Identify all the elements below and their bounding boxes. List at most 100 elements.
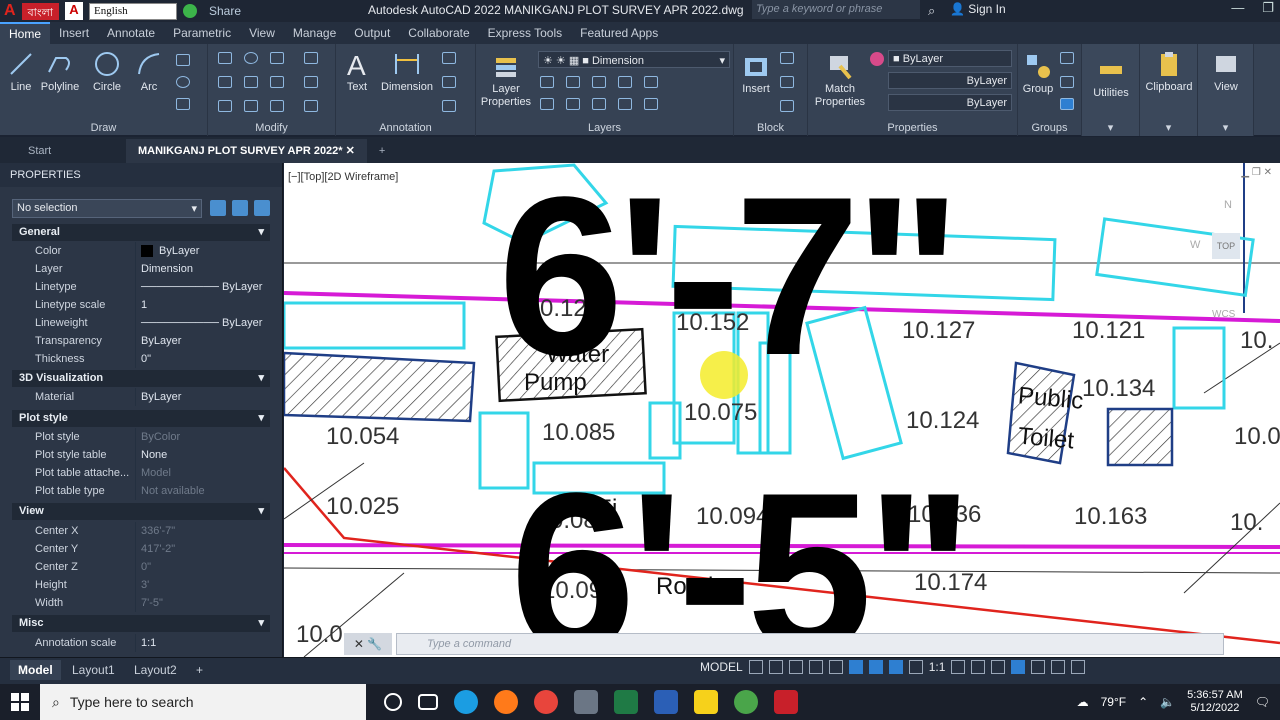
viewport-controls[interactable]: [−][Top][2D Wireframe] bbox=[288, 171, 398, 183]
tab-home[interactable]: Home bbox=[0, 22, 51, 44]
viewcube[interactable]: N W TOP WCS bbox=[1190, 193, 1270, 320]
share-button[interactable]: Share bbox=[209, 4, 241, 18]
rotate-icon[interactable] bbox=[244, 52, 258, 64]
prop-row[interactable]: Annotation scale 1:1 bbox=[12, 634, 270, 652]
plus-icon[interactable] bbox=[971, 660, 986, 674]
polyline-button[interactable]: Polyline bbox=[38, 50, 82, 94]
prop-row[interactable]: Layer Dimension bbox=[12, 260, 270, 278]
edge-icon[interactable] bbox=[454, 690, 478, 714]
mirror-icon[interactable] bbox=[244, 76, 258, 88]
units-icon[interactable] bbox=[991, 660, 1006, 674]
color-wheel-icon[interactable] bbox=[870, 52, 884, 66]
weather-icon[interactable]: ☁ bbox=[1077, 695, 1089, 709]
calculator-icon[interactable] bbox=[574, 690, 598, 714]
tab-collaborate[interactable]: Collaborate bbox=[399, 22, 478, 44]
section-view[interactable]: View bbox=[12, 503, 270, 520]
prop-row[interactable]: Plot style ByColor bbox=[12, 428, 270, 446]
globe-icon[interactable] bbox=[183, 4, 197, 18]
fillet-icon[interactable] bbox=[270, 76, 284, 88]
close-icon[interactable]: ✕ bbox=[346, 145, 355, 157]
tray-chevron-icon[interactable]: ⌃ bbox=[1138, 695, 1148, 709]
modify-group-label[interactable]: Modify bbox=[208, 122, 335, 134]
view-group[interactable]: View ▾ bbox=[1198, 44, 1254, 136]
search-input[interactable]: Type a keyword or phrase bbox=[752, 0, 920, 19]
isolate-objects-icon[interactable] bbox=[1011, 660, 1026, 674]
prop-row[interactable]: Plot table type Not available bbox=[12, 482, 270, 500]
table-icon[interactable] bbox=[442, 100, 456, 112]
tab-output[interactable]: Output bbox=[345, 22, 399, 44]
clean-screen-icon[interactable] bbox=[1051, 660, 1066, 674]
drawing-canvas[interactable]: [−][Top][2D Wireframe] N W TOP WCS ▁ ❐ ✕… bbox=[284, 163, 1280, 657]
sticky-notes-icon[interactable] bbox=[694, 690, 718, 714]
cortana-icon[interactable] bbox=[384, 693, 402, 711]
polar-icon[interactable] bbox=[808, 660, 823, 674]
copy-icon[interactable] bbox=[218, 76, 232, 88]
array-icon[interactable] bbox=[270, 100, 284, 112]
settings-gear-icon[interactable] bbox=[951, 660, 966, 674]
model-space-button[interactable]: MODEL bbox=[700, 660, 743, 674]
layer-tool-icon[interactable] bbox=[566, 76, 580, 88]
layer-tool-icon[interactable] bbox=[566, 98, 580, 110]
snap-icon[interactable] bbox=[768, 660, 783, 674]
tab-annotate[interactable]: Annotate bbox=[98, 22, 164, 44]
chrome-icon[interactable] bbox=[534, 690, 558, 714]
group-button[interactable]: Group bbox=[1020, 52, 1056, 96]
tab-layout1[interactable]: Layout1 bbox=[64, 660, 123, 680]
line-button[interactable]: Line bbox=[4, 50, 38, 94]
prop-row[interactable]: Center Y 417'-2" bbox=[12, 540, 270, 558]
minimize-icon[interactable]: ▁ bbox=[1241, 167, 1249, 178]
clock[interactable]: 5:36:57 AM 5/12/2022 bbox=[1187, 689, 1243, 715]
prop-row[interactable]: Material ByLayer bbox=[12, 388, 270, 406]
group-edit-icon[interactable] bbox=[1060, 76, 1074, 88]
draw-group-label[interactable]: Draw bbox=[0, 122, 207, 134]
quick-select-icon[interactable] bbox=[254, 200, 270, 216]
prop-row[interactable]: Center X 336'-7" bbox=[12, 522, 270, 540]
properties-group-label[interactable]: Properties bbox=[808, 122, 1017, 134]
windows-start-icon[interactable] bbox=[0, 684, 40, 720]
stretch-icon[interactable] bbox=[218, 100, 232, 112]
restore-icon[interactable]: ❐ bbox=[1262, 0, 1274, 16]
annotation-visibility-icon[interactable] bbox=[908, 660, 923, 674]
prop-row[interactable]: Thickness 0" bbox=[12, 350, 270, 368]
dimension-text-bottom[interactable]: 6'-5" bbox=[510, 459, 974, 658]
arc-button[interactable]: Arc bbox=[132, 50, 166, 94]
color-dropdown[interactable]: ■ ByLayer bbox=[888, 50, 1012, 67]
word-icon[interactable] bbox=[654, 690, 678, 714]
bangla-keyboard-button[interactable]: বাংলা bbox=[21, 2, 59, 20]
utilities-button[interactable]: Utilities bbox=[1084, 56, 1138, 100]
tab-layout2[interactable]: Layout2 bbox=[126, 660, 185, 680]
explode-icon[interactable] bbox=[304, 76, 318, 88]
linetype-dropdown[interactable]: ByLayer bbox=[888, 72, 1012, 89]
sign-in-button[interactable]: 👤 Sign In bbox=[950, 2, 1006, 16]
annotation-scale[interactable]: 1:1 bbox=[929, 660, 946, 674]
match-properties-button[interactable]: Match Properties bbox=[812, 52, 868, 109]
ortho-icon[interactable] bbox=[788, 660, 803, 674]
clipboard-group[interactable]: Clipboard ▾ bbox=[1140, 44, 1198, 136]
selection-dropdown[interactable]: No selection ▾ bbox=[12, 199, 202, 218]
prop-row[interactable]: Linetype ────────── ByLayer bbox=[12, 278, 270, 296]
firefox-icon[interactable] bbox=[494, 690, 518, 714]
tab-model[interactable]: Model bbox=[10, 660, 61, 680]
move-icon[interactable] bbox=[218, 52, 232, 64]
tab-view[interactable]: View bbox=[240, 22, 284, 44]
grid-icon[interactable] bbox=[748, 660, 763, 674]
tab-manage[interactable]: Manage bbox=[284, 22, 345, 44]
task-view-icon[interactable] bbox=[418, 694, 438, 710]
edit-block-icon[interactable] bbox=[780, 76, 794, 88]
utorrent-icon[interactable] bbox=[734, 690, 758, 714]
prop-row[interactable]: Transparency ByLayer bbox=[12, 332, 270, 350]
ungroup-icon[interactable] bbox=[1060, 52, 1074, 64]
lineweight-dropdown[interactable]: ByLayer bbox=[888, 94, 1012, 111]
layer-tool-icon[interactable] bbox=[592, 98, 606, 110]
prop-row[interactable]: Plot table attache... Model bbox=[12, 464, 270, 482]
customization-menu-icon[interactable] bbox=[1071, 660, 1086, 674]
hatch-icon[interactable] bbox=[176, 98, 190, 110]
group-select-icon[interactable] bbox=[1060, 98, 1074, 110]
trim-icon[interactable] bbox=[270, 52, 284, 64]
tab-express-tools[interactable]: Express Tools bbox=[479, 22, 571, 44]
ellipse-icon[interactable] bbox=[176, 76, 190, 88]
section-3d-visualization[interactable]: 3D Visualization bbox=[12, 370, 270, 387]
linear-dim-icon[interactable] bbox=[442, 52, 456, 64]
insert-button[interactable]: Insert bbox=[736, 52, 776, 96]
prop-row[interactable]: Center Z 0" bbox=[12, 558, 270, 576]
